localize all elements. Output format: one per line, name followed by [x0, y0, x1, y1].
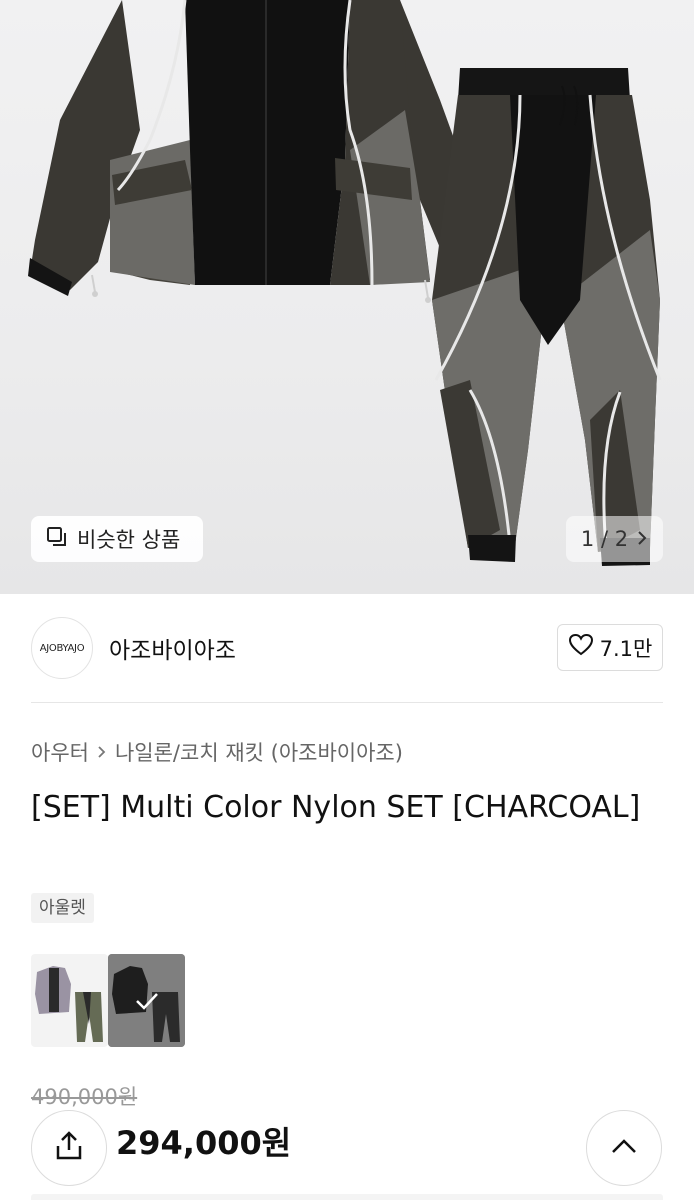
jacket-illustration — [28, 0, 495, 303]
image-pager[interactable]: 1 / 2 — [566, 516, 663, 562]
product-title: [SET] Multi Color Nylon SET [CHARCOAL] — [31, 790, 641, 825]
color-option-charcoal-selected[interactable] — [108, 954, 185, 1047]
pager-text: 1 / 2 — [580, 527, 629, 551]
share-upload-icon — [53, 1130, 85, 1166]
color-option-gray[interactable] — [31, 954, 108, 1047]
brand-logo-text: AJOBYAJO — [39, 642, 85, 654]
divider — [31, 702, 663, 703]
original-price: 490,000원 — [31, 1085, 138, 1109]
product-image-gallery[interactable]: 비슷한 상품 1 / 2 — [0, 0, 694, 594]
breadcrumb-level1[interactable]: 아우터 — [31, 737, 89, 767]
share-button[interactable] — [31, 1110, 107, 1186]
outlet-tag: 아울렛 — [31, 893, 94, 923]
like-count: 7.1만 — [599, 636, 653, 661]
similar-products-button[interactable]: 비슷한 상품 — [31, 516, 203, 562]
scroll-to-top-button[interactable] — [586, 1110, 662, 1186]
chevron-right-icon — [97, 740, 107, 764]
bottom-panel-edge — [31, 1194, 663, 1200]
brand-name[interactable]: 아조바이아조 — [109, 631, 236, 665]
brand-logo[interactable]: AJOBYAJO — [31, 617, 93, 679]
copy-squares-icon — [46, 526, 68, 553]
similar-products-label: 비슷한 상품 — [77, 528, 181, 552]
like-button[interactable]: 7.1만 — [557, 624, 663, 671]
breadcrumb: 아우터 나일론/코치 재킷 (아조바이아조) — [31, 737, 403, 767]
swatch-thumbnail — [35, 966, 103, 1042]
sale-price: 294,000원 — [116, 1124, 292, 1162]
chevron-up-icon — [610, 1137, 638, 1159]
brand-row: AJOBYAJO 아조바이아조 7.1만 — [31, 617, 663, 679]
pants-illustration — [432, 68, 662, 566]
checkmark-icon — [108, 954, 185, 1047]
product-photo — [28, 0, 662, 566]
chevron-right-icon — [636, 527, 648, 551]
breadcrumb-level2[interactable]: 나일론/코치 재킷 (아조바이아조) — [115, 737, 403, 767]
heart-outline-icon — [568, 633, 594, 662]
